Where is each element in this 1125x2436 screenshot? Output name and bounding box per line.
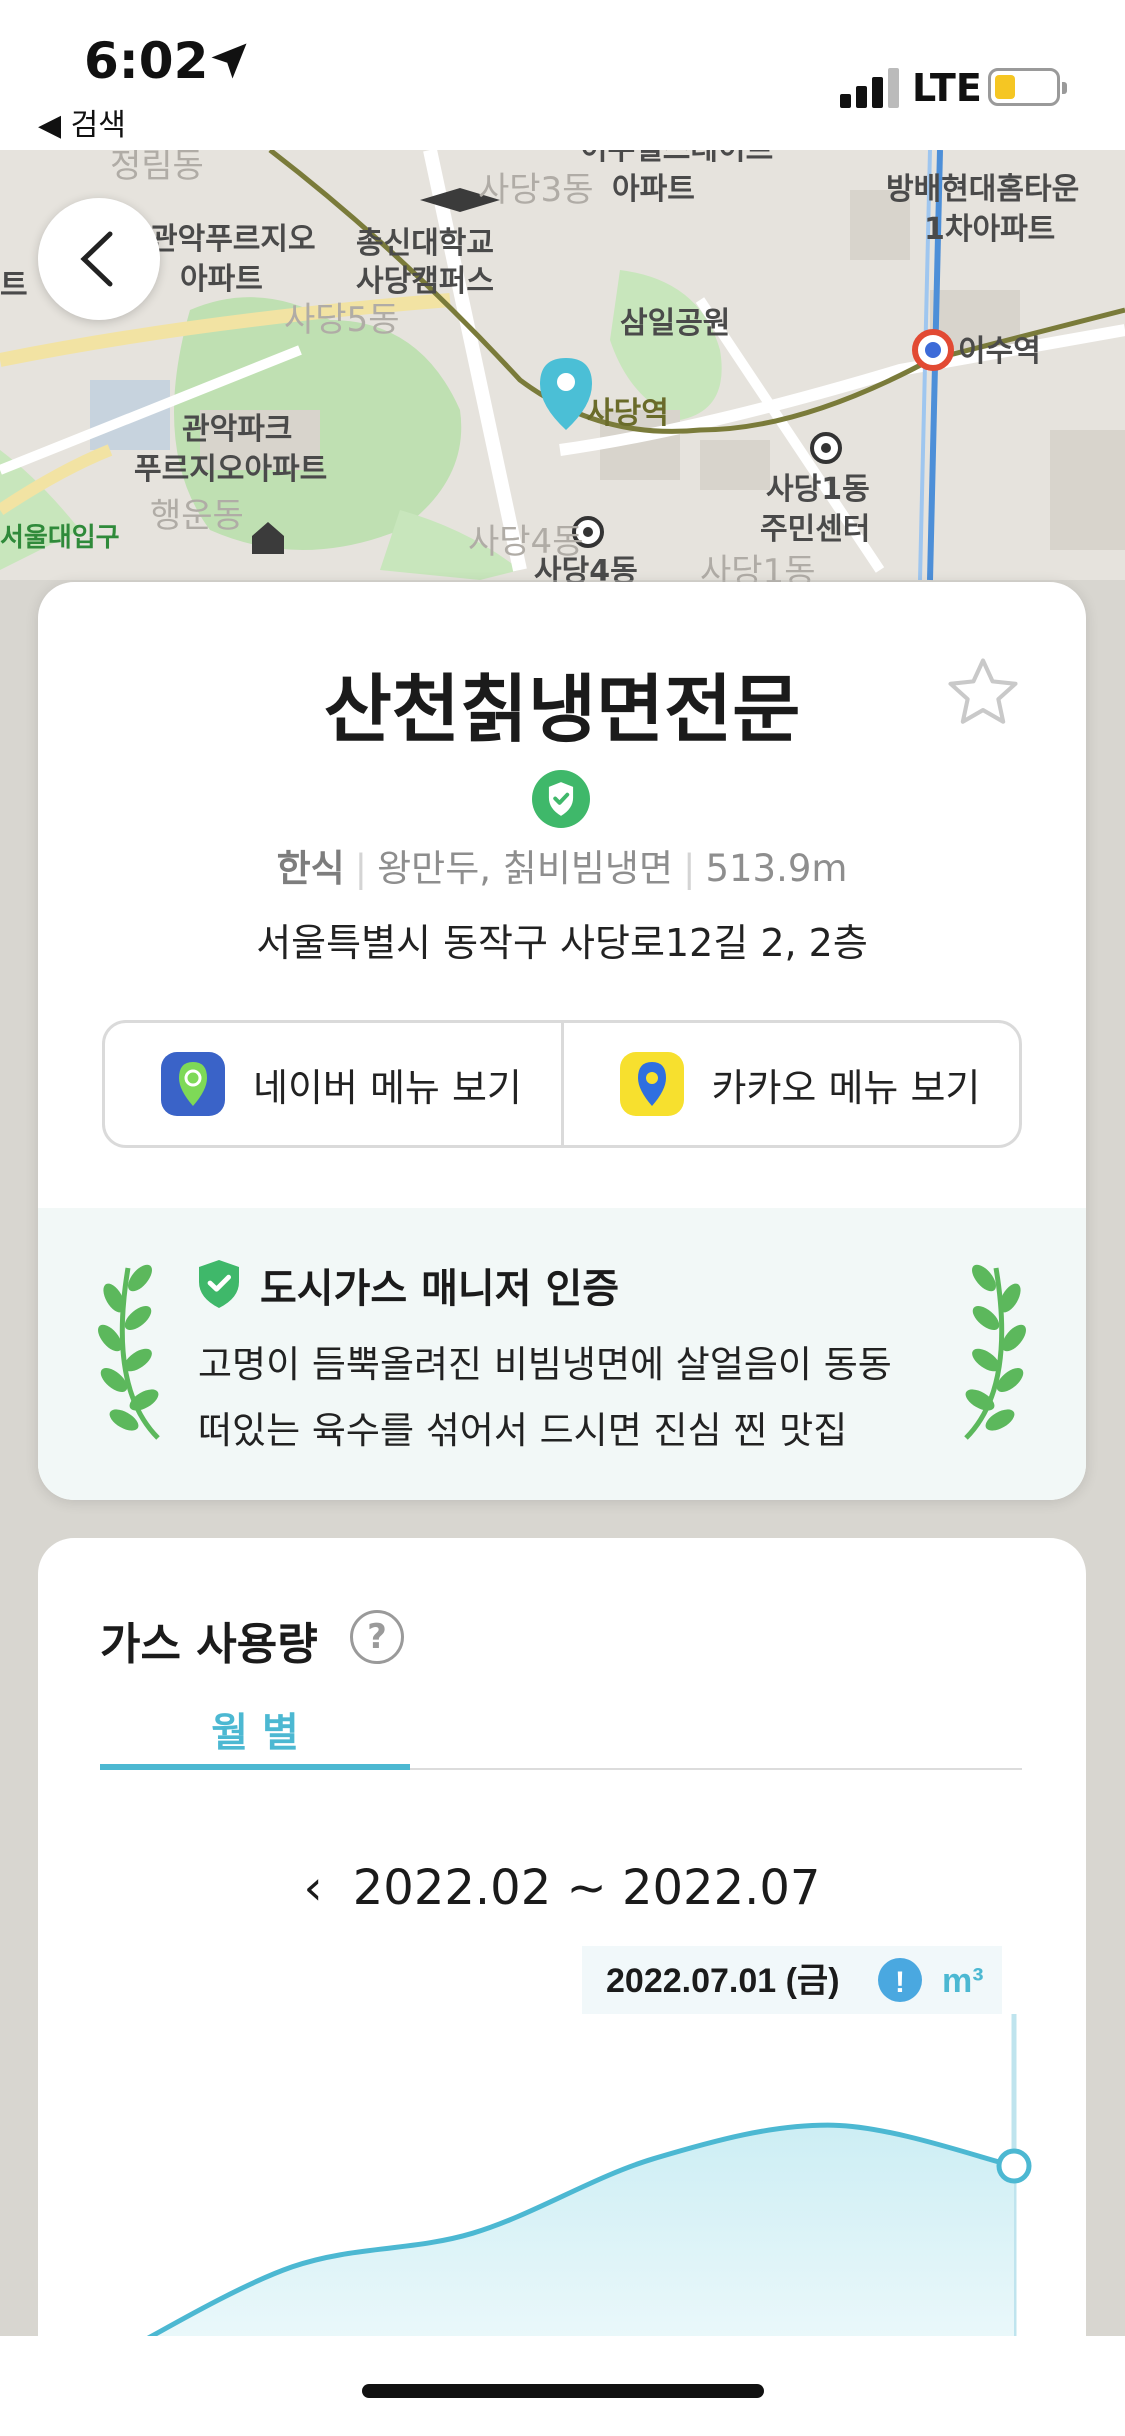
store-address: 서울특별시 동작구 사당로12길 2, 2층 bbox=[256, 921, 868, 965]
store-name: 산천칡냉면전문 bbox=[323, 667, 801, 753]
laurel-left-icon bbox=[98, 1264, 160, 1440]
map-label: 사당캠퍼스 bbox=[356, 264, 494, 299]
store-info-card: 산천칡냉면전문 한식 | 왕만두, 칡비빔냉면 | 513.9m 서울특별시 동작구 사… bbox=[38, 582, 1086, 1500]
map-label: 아파트 bbox=[180, 262, 263, 297]
gas-usage-title: 가스 사용량 bbox=[100, 1619, 318, 1670]
store-distance: 513.9m bbox=[705, 847, 848, 890]
naver-menu-button[interactable]: 네이버 메뉴 보기 bbox=[105, 1023, 561, 1145]
home-indicator[interactable] bbox=[362, 2384, 764, 2398]
alert-mark: ! bbox=[895, 1966, 905, 1999]
map-label: 방배현대홈타운 bbox=[886, 172, 1080, 207]
laurel-right-icon bbox=[964, 1264, 1026, 1440]
signal-strength-icon bbox=[840, 66, 902, 108]
store-menu: 왕만두, 칡비빔냉면 bbox=[377, 847, 673, 890]
kakao-menu-button[interactable]: 카카오 메뉴 보기 bbox=[560, 1023, 1020, 1145]
gas-usage-card: 가스 사용량 ? 월 별 ‹ 2022.02 ~ 2022.07 2022.07.… bbox=[38, 1538, 1086, 2436]
kakao-map-icon bbox=[619, 1052, 684, 1116]
network-type: LTE bbox=[912, 66, 982, 110]
tab-monthly[interactable]: 월 별 bbox=[100, 1700, 410, 1770]
tooltip-date: 2022.07.01 (금) bbox=[606, 1962, 840, 2000]
map-label: 이수역 bbox=[958, 334, 1041, 369]
chart-tooltip: 2022.07.01 (금) ! m³ bbox=[582, 1946, 1002, 2014]
store-meta: 한식 | 왕만두, 칡비빔냉면 | 513.9m bbox=[276, 847, 848, 890]
naver-menu-label: 네이버 메뉴 보기 bbox=[253, 1065, 522, 1110]
verified-shield-icon bbox=[532, 770, 590, 828]
naver-map-icon bbox=[161, 1052, 225, 1116]
store-category: 한식 bbox=[276, 847, 345, 890]
selected-data-point[interactable] bbox=[996, 2148, 1032, 2184]
map-label: 아파트 bbox=[612, 172, 695, 207]
status-bar: 6:02 ◀ 검색 LTE bbox=[0, 0, 1125, 150]
status-time: 6:02 bbox=[84, 32, 209, 90]
location-arrow-icon bbox=[211, 43, 247, 79]
previous-range-button[interactable]: ‹ bbox=[304, 1860, 323, 1916]
kakao-menu-label: 카카오 메뉴 보기 bbox=[711, 1065, 981, 1110]
map-label: 정림동 bbox=[110, 150, 204, 186]
map-label: 1차아파트 bbox=[924, 212, 1056, 247]
certification-box: 도시가스 매니저 인증 고명이 듬뿍올려진 비빔냉면에 살얼음이 동동 떠있는 … bbox=[38, 1208, 1086, 1500]
map-label: 서울대입구 bbox=[0, 523, 120, 553]
map-label: 사당1동 bbox=[766, 472, 870, 507]
date-range-label: 2022.02 ~ 2022.07 bbox=[352, 1860, 821, 1916]
back-to-app-link[interactable]: ◀ 검색 bbox=[38, 100, 126, 144]
map-label: 트 bbox=[0, 268, 28, 303]
chevron-left-icon bbox=[80, 231, 113, 287]
favorite-star-icon[interactable] bbox=[942, 652, 1024, 734]
home-indicator-bar bbox=[0, 2336, 1125, 2436]
map-label: 관악푸르지오 bbox=[150, 222, 316, 257]
map-label: 사당3동 bbox=[478, 170, 594, 210]
map-label: 이수힐스테이트 bbox=[580, 150, 773, 168]
map-label: 총신대학교 bbox=[356, 226, 494, 261]
battery-icon bbox=[988, 68, 1067, 106]
tooltip-unit: m³ bbox=[942, 1962, 984, 2000]
map-label: 삼일공원 bbox=[620, 306, 731, 341]
date-range: ‹ 2022.02 ~ 2022.07 bbox=[38, 1860, 1086, 1916]
map-label: 주민센터 bbox=[760, 512, 871, 547]
map-label: 관악파크 bbox=[182, 412, 293, 447]
map-label: 푸르지오아파트 bbox=[134, 452, 328, 487]
period-tabs: 월 별 bbox=[100, 1700, 1022, 1770]
help-icon[interactable]: ? bbox=[350, 1610, 404, 1664]
map-label: 사당5동 bbox=[284, 300, 400, 340]
back-button[interactable] bbox=[38, 198, 160, 320]
menu-buttons-group: 네이버 메뉴 보기 카카오 메뉴 보기 bbox=[102, 1020, 1022, 1148]
map-label: 행운동 bbox=[150, 496, 244, 536]
certification-title: 도시가스 매니저 인증 bbox=[260, 1266, 620, 1312]
map-label: 사당역 bbox=[586, 396, 669, 431]
certification-description: 고명이 듬뿍올려진 비빔냉면에 살얼음이 동동 떠있는 육수를 섞어서 드시면 … bbox=[198, 1343, 892, 1452]
